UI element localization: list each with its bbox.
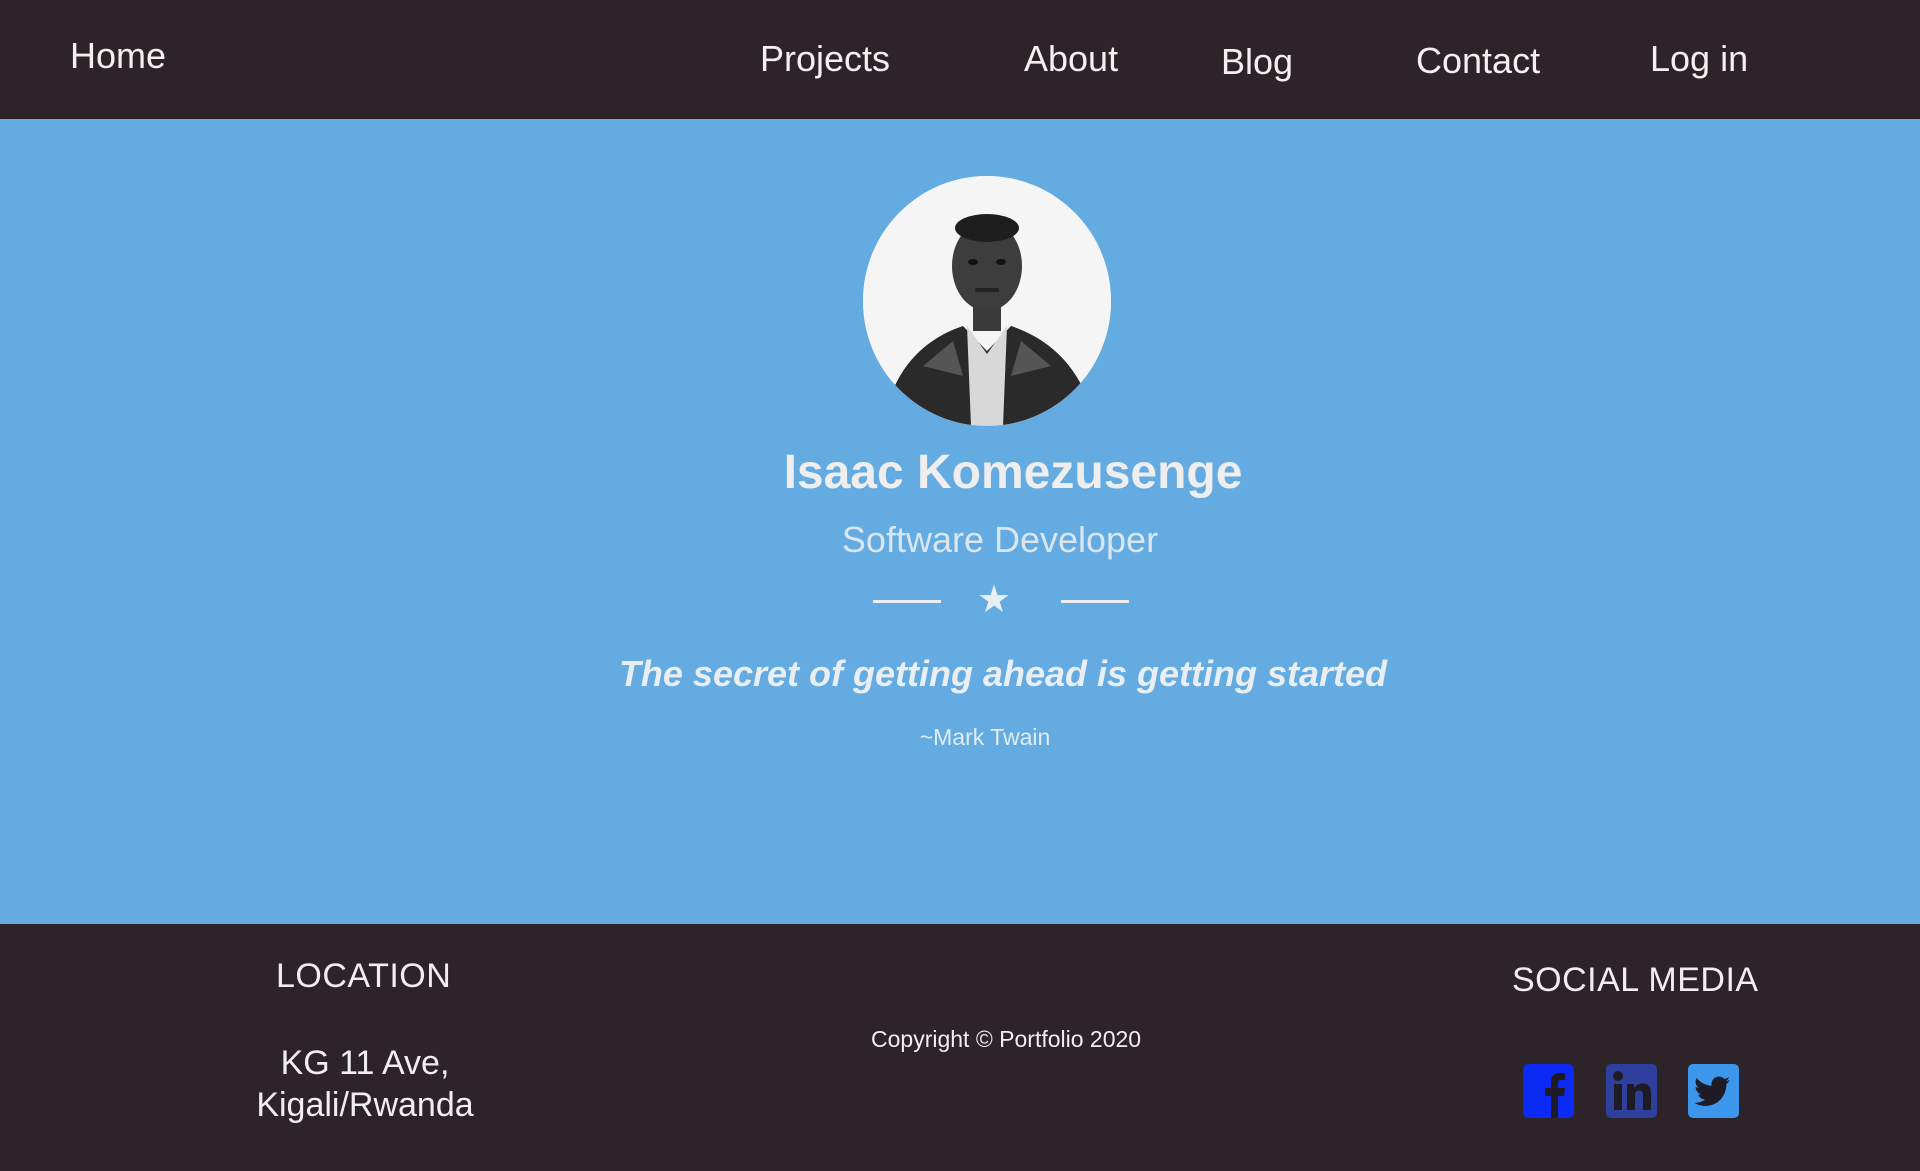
linkedin-icon[interactable] [1606, 1064, 1657, 1118]
nav-about-link[interactable]: About [1024, 41, 1118, 77]
divider-line-left [873, 600, 941, 603]
location-address: KG 11 Ave, Kigali/Rwanda [200, 1042, 530, 1126]
nav-home-link[interactable]: Home [70, 38, 166, 74]
twitter-icon[interactable] [1688, 1064, 1739, 1118]
hero-section: Isaac Komezusenge Software Developer ★ T… [0, 119, 1920, 924]
star-divider: ★ [873, 577, 1129, 621]
star-icon: ★ [977, 577, 1012, 621]
quote-author: ~Mark Twain [919, 724, 1051, 750]
location-heading: LOCATION [276, 957, 452, 995]
facebook-icon[interactable] [1523, 1064, 1574, 1118]
divider-line-right [1061, 600, 1129, 603]
page-footer: LOCATION KG 11 Ave, Kigali/Rwanda Copyri… [0, 924, 1920, 1171]
top-navbar: Home Projects About Blog Contact Log in [0, 0, 1920, 119]
profile-name: Isaac Komezusenge [783, 446, 1243, 499]
nav-blog-link[interactable]: Blog [1221, 44, 1293, 80]
quote-text: The secret of getting ahead is getting s… [618, 653, 1388, 694]
address-line-2: Kigali/Rwanda [256, 1086, 474, 1124]
nav-login-link[interactable]: Log in [1650, 41, 1748, 77]
nav-contact-link[interactable]: Contact [1416, 43, 1540, 79]
address-line-1: KG 11 Ave, [280, 1044, 450, 1082]
profile-role: Software Developer [841, 519, 1159, 560]
copyright-text: Copyright © Portfolio 2020 [871, 1026, 1142, 1052]
nav-projects-link[interactable]: Projects [760, 41, 890, 77]
profile-photo [863, 176, 1111, 426]
profile-avatar [863, 176, 1111, 426]
social-media-heading: SOCIAL MEDIA [1512, 961, 1759, 999]
